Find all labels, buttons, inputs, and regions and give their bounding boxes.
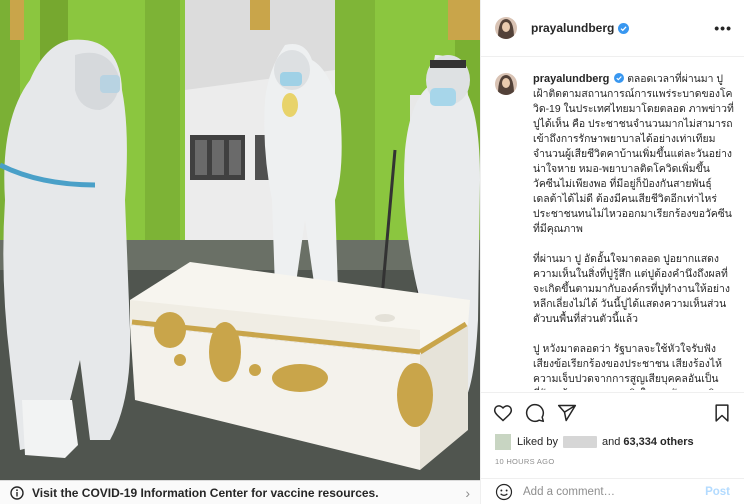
- verified-badge-icon: [614, 73, 625, 83]
- caption-text: prayalundberg ตลอดเวลาที่ผ่านมา ปูเฝ้าติ…: [533, 72, 736, 390]
- caption-paragraph: ปู หวังมาตลอดว่า รัฐบาลจะใช้หัวใจรับฟังเ…: [533, 344, 722, 390]
- caption-paragraph: ที่ผ่านมา ปู อัดอั้นใจมาตลอด ปูอยากแสดงค…: [533, 254, 730, 325]
- share-icon[interactable]: [557, 403, 577, 423]
- comment-icon[interactable]: [525, 403, 545, 423]
- likes-prefix: Liked by: [517, 436, 558, 448]
- avatar[interactable]: [495, 17, 517, 39]
- post-actions: Liked by and 63,334 others 10 HOURS AGO …: [481, 392, 744, 504]
- comment-input[interactable]: [523, 485, 706, 498]
- avatar[interactable]: [495, 73, 517, 95]
- post-photo-image: [0, 0, 480, 480]
- caption-paragraph: ตลอดเวลาที่ผ่านมา ปูเฝ้าติดตามสถานการณ์ก…: [533, 74, 734, 235]
- more-options-icon[interactable]: •••: [714, 20, 732, 36]
- likes-summary: Liked by and 63,334 others: [481, 433, 744, 451]
- save-icon[interactable]: [712, 403, 732, 423]
- emoji-icon[interactable]: [495, 483, 513, 501]
- likes-connector: and: [601, 436, 621, 448]
- post-photo[interactable]: [0, 0, 480, 480]
- post-timestamp[interactable]: 10 HOURS AGO: [481, 451, 744, 477]
- post-comment-button[interactable]: Post: [705, 486, 730, 498]
- liker-avatar[interactable]: [495, 434, 511, 450]
- liker-name-redacted: [562, 436, 597, 448]
- likes-count[interactable]: 63,334 others: [623, 436, 693, 448]
- heart-icon[interactable]: [493, 403, 513, 423]
- username[interactable]: prayalundberg: [531, 21, 614, 35]
- caption-area: prayalundberg ตลอดเวลาที่ผ่านมา ปูเฝ้าติ…: [481, 58, 744, 390]
- verified-badge-icon: [618, 22, 630, 34]
- info-icon: [10, 485, 24, 500]
- caption-username[interactable]: prayalundberg: [533, 73, 609, 85]
- banner-text: Visit the COVID-19 Information Center fo…: [32, 485, 379, 500]
- post-side-panel: prayalundberg ••• prayalundberg ตลอดเวลา…: [480, 0, 744, 504]
- comment-composer: Post: [481, 478, 744, 504]
- action-icon-row: [481, 393, 744, 433]
- post-header: prayalundberg •••: [481, 0, 744, 57]
- chevron-right-icon: ›: [465, 484, 470, 501]
- covid-info-banner[interactable]: Visit the COVID-19 Information Center fo…: [0, 480, 480, 504]
